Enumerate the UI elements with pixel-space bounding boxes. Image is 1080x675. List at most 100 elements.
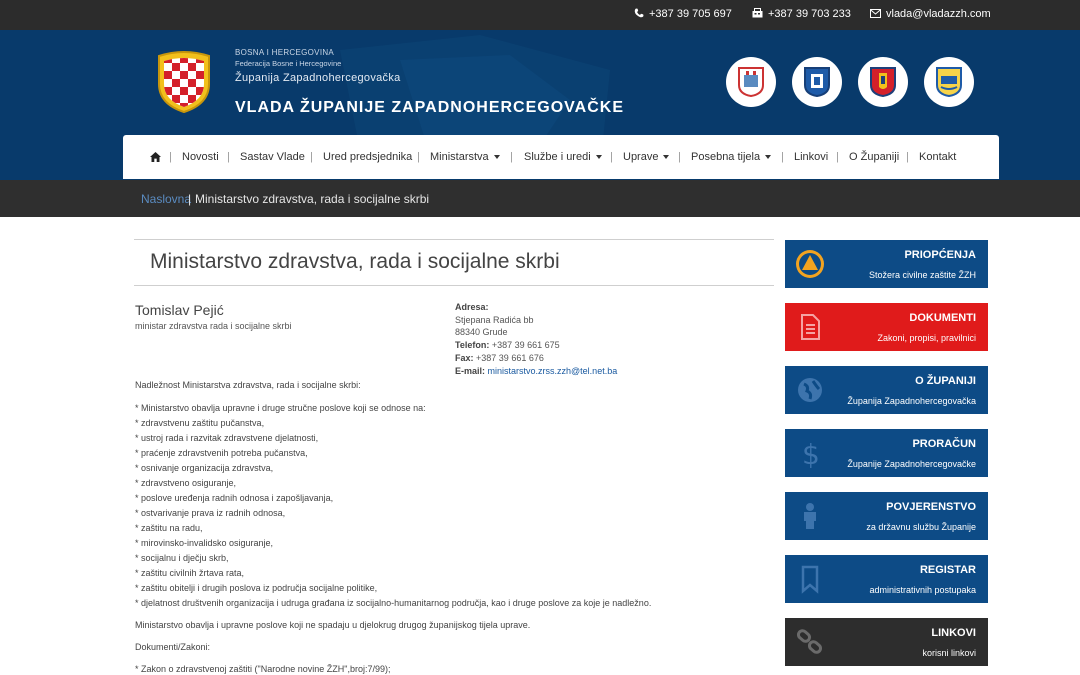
nav-separator: |: [417, 151, 420, 163]
municipality-crest-2-icon[interactable]: [792, 57, 842, 107]
title-divider-bottom: [134, 285, 774, 286]
topbar-fax-text: +387 39 703 233: [768, 8, 851, 20]
sidebar-box-subtitle: korisni linkovi: [922, 648, 976, 658]
svg-text:$: $: [802, 438, 820, 468]
envelope-icon: [870, 9, 881, 18]
minister-role: ministar zdravstva rada i socijalne skrb…: [135, 321, 292, 331]
sidebar-box-registar[interactable]: REGISTAR administrativnih postupaka: [785, 555, 988, 603]
municipality-crest-1-icon[interactable]: [726, 57, 776, 107]
sidebar-box-o-zupaniji[interactable]: O ŽUPANIJI Županija Zapadnohercegovačka: [785, 366, 988, 414]
nav-item-o-zupaniji[interactable]: O Županiji: [849, 151, 899, 163]
address-city: 88340 Grude: [455, 327, 508, 337]
nav-item-uprave[interactable]: Uprave: [623, 151, 670, 163]
link-icon: [796, 629, 823, 654]
list-item: * zaštitu na radu,: [135, 523, 203, 533]
list-item: * mirovinsko-invalidsko osiguranje,: [135, 538, 274, 548]
list-item: * zaštitu obitelji i drugih poslova iz p…: [135, 583, 378, 593]
nav-item-posebna-tijela[interactable]: Posebna tijela: [691, 151, 772, 163]
list-item: * ustroj rada i razvitak zdravstvene dje…: [135, 433, 319, 443]
sidebar-box-subtitle: Županija Zapadnohercegovačka: [847, 396, 976, 406]
responsibilities-closing: Ministarstvo obavlja i upravne poslove k…: [135, 620, 531, 630]
sidebar-box-subtitle: administrativnih postupaka: [869, 585, 976, 595]
dollar-icon: $: [802, 438, 820, 468]
list-item: * socijalnu i dječju skrb,: [135, 553, 229, 563]
address-label: Adresa:: [455, 302, 489, 312]
list-item: * Ministarstvo obavlja upravne i druge s…: [135, 403, 426, 413]
topbar-fax[interactable]: +387 39 703 233: [752, 8, 851, 20]
list-item: * praćenje zdravstvenih potreba pučanstv…: [135, 448, 308, 458]
sidebar-box-priopcenja[interactable]: PRIOPĆENJA Stožera civilne zaštite ŽZH: [785, 240, 988, 288]
contact-email: E-mail: ministarstvo.zrss.zzh@tel.net.ba: [455, 366, 617, 376]
nav-item-label: Ministarstva: [430, 151, 489, 163]
site-title[interactable]: VLADA ŽUPANIJE ZAPADNOHERCEGOVAČKE: [235, 99, 624, 117]
civil-protection-icon: [796, 250, 824, 278]
sidebar-box-proracun[interactable]: $ PRORAČUN Županije Zapadnohercegovačke: [785, 429, 988, 477]
minister-name: Tomislav Pejić: [135, 302, 224, 318]
brand-federation: Federacija Bosne i Hercegovine: [235, 59, 342, 68]
document-icon: [801, 314, 820, 340]
list-item: * djelatnost društvenih organizacija i u…: [135, 598, 652, 608]
caret-down-icon: [595, 155, 602, 159]
nav-separator: |: [227, 151, 230, 163]
nav-item-label: Uprave: [623, 151, 659, 163]
sidebar-box-subtitle: Zakoni, propisi, pravilnici: [877, 333, 976, 343]
nav-item-ured-predsjednika[interactable]: Ured predsjednika: [323, 151, 412, 163]
home-icon[interactable]: [150, 152, 161, 162]
nav-item-novosti[interactable]: Novosti: [182, 151, 219, 163]
nav-item-sluzbe-i-uredi[interactable]: Službe i uredi: [524, 151, 602, 163]
nav-item-sastav-vlade[interactable]: Sastav Vlade: [240, 151, 305, 163]
sidebar-box-subtitle: Županije Zapadnohercegovačke: [847, 459, 976, 469]
list-item: * zdravstveno osiguranje,: [135, 478, 237, 488]
municipality-crest-3-icon[interactable]: [858, 57, 908, 107]
list-item: * zaštitu civilnih žrtava rata,: [135, 568, 245, 578]
topbar-phone[interactable]: +387 39 705 697: [634, 8, 732, 20]
sidebar-box-title: LINKOVI: [931, 627, 976, 639]
breadcrumb-home-link[interactable]: Naslovna: [141, 192, 191, 206]
main-navigation: | Novosti | Sastav Vlade | Ured predsjed…: [123, 135, 999, 179]
caret-down-icon: [493, 155, 500, 159]
nav-separator: |: [836, 151, 839, 163]
responsibilities-intro: Nadležnost Ministarstva zdravstva, rada …: [135, 380, 361, 390]
phone-value: +387 39 661 675: [491, 340, 560, 350]
sidebar-box-title: DOKUMENTI: [909, 312, 976, 324]
sidebar-box-linkovi[interactable]: LINKOVI korisni linkovi: [785, 618, 988, 666]
documents-heading: Dokumenti/Zakoni:: [135, 642, 211, 652]
page-title: Ministarstvo zdravstva, rada i socijalne…: [150, 250, 560, 273]
globe-icon: [798, 378, 822, 402]
breadcrumb-separator: |: [188, 192, 192, 206]
phone-icon: [634, 8, 644, 18]
list-item: * ostvarivanje prava iz radnih odnosa,: [135, 508, 286, 518]
brand-country: BOSNA I HERCEGOVINA: [235, 48, 335, 57]
email-label: E-mail:: [455, 366, 486, 376]
nav-item-label: Posebna tijela: [691, 151, 761, 163]
list-item: * osnivanje organizacija zdravstva,: [135, 463, 274, 473]
sidebar-box-povjerenstvo[interactable]: POVJERENSTVO za državnu službu Županije: [785, 492, 988, 540]
nav-separator: |: [510, 151, 513, 163]
contact-phone: Telefon: +387 39 661 675: [455, 340, 560, 350]
sidebar-box-subtitle: za državnu službu Županije: [866, 522, 976, 532]
topbar-email[interactable]: vlada@vladazzh.com: [870, 8, 991, 20]
municipality-crest-4-icon[interactable]: [924, 57, 974, 107]
sidebar-box-title: PRORAČUN: [912, 438, 976, 450]
nav-separator: |: [610, 151, 613, 163]
email-link[interactable]: ministarstvo.zrss.zzh@tel.net.ba: [488, 366, 618, 376]
nav-item-linkovi[interactable]: Linkovi: [794, 151, 828, 163]
sidebar-box-title: O ŽUPANIJI: [915, 375, 976, 387]
caret-down-icon: [765, 155, 772, 159]
nav-item-ministarstva[interactable]: Ministarstva: [430, 151, 500, 163]
fax-icon: [752, 8, 763, 18]
fax-label: Fax:: [455, 353, 474, 363]
title-divider-top: [134, 239, 774, 240]
nav-separator: |: [906, 151, 909, 163]
contact-fax: Fax: +387 39 661 676: [455, 353, 544, 363]
document-link[interactable]: * Zakon o zdravstvenoj zaštiti ("Narodne…: [135, 664, 391, 674]
county-crest-logo[interactable]: [153, 50, 215, 114]
nav-separator: |: [169, 151, 172, 163]
nav-item-kontakt[interactable]: Kontakt: [919, 151, 956, 163]
nav-separator: |: [781, 151, 784, 163]
topbar-email-text: vlada@vladazzh.com: [886, 8, 991, 20]
address-street: Stjepana Radića bb: [455, 315, 534, 325]
sidebar-box-title: PRIOPĆENJA: [904, 249, 976, 261]
sidebar-box-dokumenti[interactable]: DOKUMENTI Zakoni, propisi, pravilnici: [785, 303, 988, 351]
breadcrumb: Naslovna | Ministarstvo zdravstva, rada …: [0, 180, 1080, 217]
